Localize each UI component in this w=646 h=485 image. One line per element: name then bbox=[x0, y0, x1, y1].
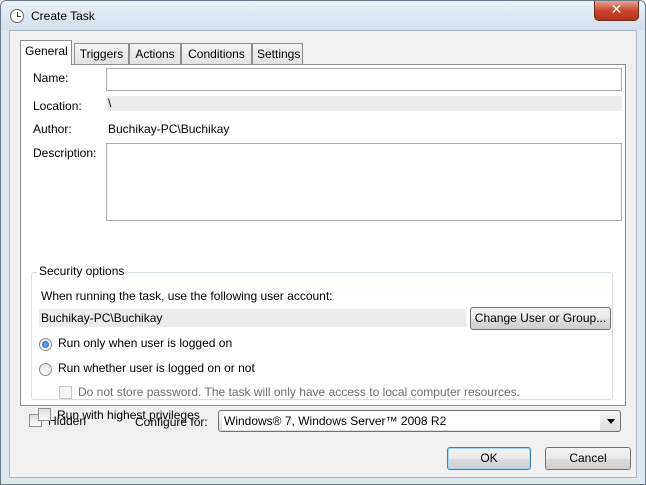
cancel-button[interactable]: Cancel bbox=[545, 447, 631, 470]
security-options-title: Security options bbox=[37, 264, 127, 278]
tab-conditions[interactable]: Conditions bbox=[181, 43, 252, 64]
author-label: Author: bbox=[33, 122, 72, 136]
security-options-group: Security options When running the task, … bbox=[31, 264, 613, 400]
dialog-body: General Triggers Actions Conditions Sett… bbox=[9, 30, 637, 478]
radio-whether-logged-on-label[interactable]: Run whether user is logged on or not bbox=[58, 361, 255, 375]
configure-for-value: Windows® 7, Windows Server™ 2008 R2 bbox=[222, 412, 600, 430]
general-panel: Name: Location: \ Author: Buchikay-PC\Bu… bbox=[20, 64, 626, 422]
name-label: Name: bbox=[33, 71, 69, 85]
title-bar[interactable]: Create Task ✕ bbox=[1, 1, 645, 30]
location-value: \ bbox=[106, 96, 622, 111]
tab-settings[interactable]: Settings bbox=[252, 43, 303, 64]
close-icon: ✕ bbox=[610, 2, 623, 18]
window-title: Create Task bbox=[31, 9, 95, 23]
clock-icon bbox=[10, 9, 24, 23]
description-textarea[interactable] bbox=[106, 143, 622, 221]
create-task-window: Create Task ✕ General Triggers Actions C… bbox=[0, 0, 646, 485]
radio-whether-logged-on[interactable] bbox=[39, 363, 52, 376]
location-label: Location: bbox=[33, 99, 82, 113]
close-button[interactable]: ✕ bbox=[594, 1, 639, 21]
account-prompt: When running the task, use the following… bbox=[41, 289, 333, 303]
change-user-button[interactable]: Change User or Group... bbox=[470, 307, 611, 330]
tab-triggers[interactable]: Triggers bbox=[74, 43, 129, 64]
name-input[interactable] bbox=[106, 68, 622, 91]
configure-for-select[interactable]: Windows® 7, Windows Server™ 2008 R2 bbox=[218, 410, 621, 432]
tab-actions[interactable]: Actions bbox=[129, 43, 181, 64]
tab-general[interactable]: General bbox=[20, 40, 72, 65]
radio-logged-on-label[interactable]: Run only when user is logged on bbox=[58, 336, 232, 350]
user-account-value: Buchikay-PC\Buchikay bbox=[39, 309, 466, 327]
description-label: Description: bbox=[33, 146, 97, 160]
chevron-down-icon bbox=[607, 419, 615, 424]
radio-logged-on[interactable] bbox=[39, 338, 52, 351]
ok-button[interactable]: OK bbox=[447, 447, 531, 470]
author-value: Buchikay-PC\Buchikay bbox=[108, 122, 230, 136]
highest-privileges-label[interactable]: Run with highest privileges bbox=[57, 408, 200, 422]
no-store-password-checkbox[interactable] bbox=[59, 386, 72, 399]
highest-privileges-checkbox[interactable] bbox=[38, 408, 51, 421]
no-store-password-label: Do not store password. The task will onl… bbox=[78, 385, 520, 399]
